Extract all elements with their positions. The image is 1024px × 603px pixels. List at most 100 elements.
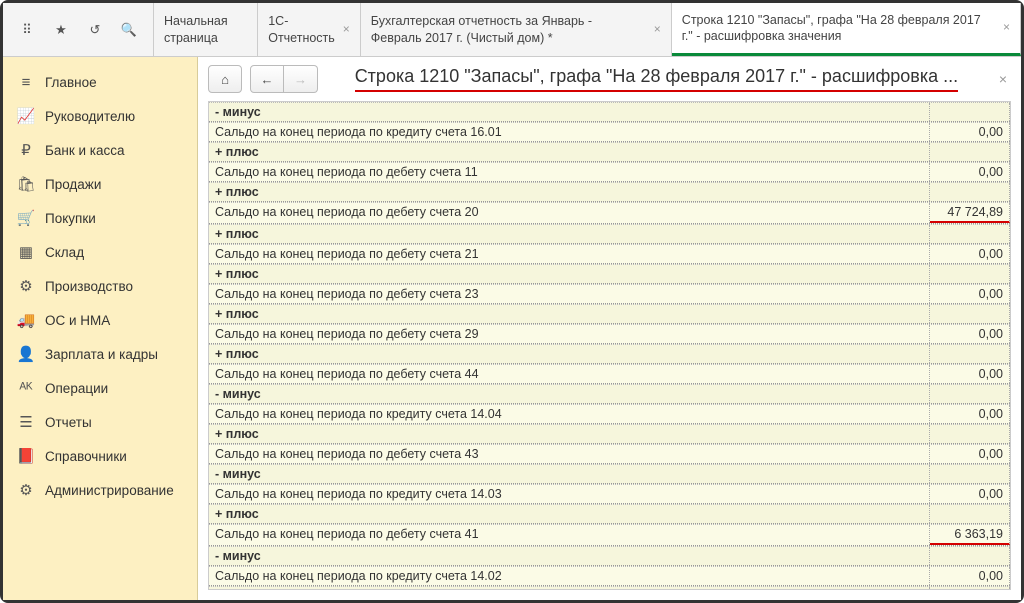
report-data-row[interactable]: Сальдо на конец периода по дебету счета … bbox=[209, 324, 1010, 344]
op-val bbox=[930, 345, 1010, 363]
report-op-row: - минус bbox=[209, 546, 1010, 566]
report-data-row[interactable]: Сальдо на конец периода по кредиту счета… bbox=[209, 404, 1010, 424]
sidebar-item-report[interactable]: ☰Отчеты bbox=[3, 405, 197, 439]
row-value: 47 724,89 bbox=[930, 203, 1010, 223]
report-data-row[interactable]: Сальдо на конец периода по дебету счета … bbox=[209, 444, 1010, 464]
menu-icon: ≡ bbox=[17, 73, 35, 91]
tab-close-icon[interactable]: × bbox=[1003, 20, 1010, 36]
report-op-row: + плюс bbox=[209, 182, 1010, 202]
report-table: - минусСальдо на конец периода по кредит… bbox=[209, 102, 1010, 590]
tab-close-icon[interactable]: × bbox=[343, 22, 350, 38]
sidebar-item-gear[interactable]: ⚙ Администрирование bbox=[3, 473, 197, 507]
op-val bbox=[930, 505, 1010, 523]
nav-arrows: ← → bbox=[250, 65, 318, 93]
star-icon[interactable]: ★ bbox=[51, 20, 71, 40]
report-op-row: + плюс bbox=[209, 142, 1010, 162]
history-icon[interactable]: ↺ bbox=[85, 20, 105, 40]
report-op-row: + плюс bbox=[209, 424, 1010, 444]
search-icon[interactable]: 🔍 bbox=[119, 20, 139, 40]
main-pane: ⌂ ← → Строка 1210 "Запасы", графа "На 28… bbox=[198, 57, 1021, 600]
sidebar-item-bag[interactable]: 🛍 Продажи bbox=[3, 167, 197, 201]
op-val bbox=[930, 143, 1010, 161]
row-value: 0,00 bbox=[930, 365, 1010, 383]
op-val bbox=[930, 547, 1010, 565]
close-page-button[interactable]: × bbox=[995, 67, 1011, 91]
tab-label: Начальная страница bbox=[164, 13, 247, 46]
op-label: - минус bbox=[209, 103, 930, 121]
quickbar: ⠿ ★ ↺ 🔍 bbox=[3, 3, 154, 56]
sidebar-item-cart[interactable]: 🛒Покупки bbox=[3, 201, 197, 235]
apps-icon[interactable]: ⠿ bbox=[17, 20, 37, 40]
sidebar-item-ruble[interactable]: ₽Банк и касса bbox=[3, 133, 197, 167]
op-label: + плюс bbox=[209, 345, 930, 363]
back-button[interactable]: ← bbox=[250, 65, 284, 93]
report-data-row[interactable]: Сальдо на конец периода по дебету счета … bbox=[209, 364, 1010, 384]
sidebar-item-label: Операции bbox=[45, 381, 108, 396]
op-val bbox=[930, 305, 1010, 323]
dkt-icon: ᴬᴷ bbox=[17, 379, 35, 397]
op-label: + плюс bbox=[209, 183, 930, 201]
report-data-row[interactable]: Сальдо на конец периода по кредиту счета… bbox=[209, 122, 1010, 142]
report-scroll[interactable]: - минусСальдо на конец периода по кредит… bbox=[208, 101, 1011, 590]
report-data-row[interactable]: Сальдо на конец периода по дебету счета … bbox=[209, 244, 1010, 264]
sidebar-item-person[interactable]: 👤Зарплата и кадры bbox=[3, 337, 197, 371]
sidebar-item-label: Администрирование bbox=[45, 483, 174, 498]
tab-2[interactable]: Бухгалтерская отчетность за Январь - Фев… bbox=[361, 3, 672, 56]
report-icon: ☰ bbox=[17, 413, 35, 431]
op-label: + плюс bbox=[209, 425, 930, 443]
report-data-row[interactable]: Сальдо на конец периода по дебету счета … bbox=[209, 202, 1010, 224]
sidebar-item-label: ОС и НМА bbox=[45, 313, 110, 328]
forward-button[interactable]: → bbox=[284, 65, 318, 93]
row-desc: Сальдо на конец периода по дебету счета … bbox=[209, 365, 930, 383]
tab-label: Строка 1210 "Запасы", графа "На 28 февра… bbox=[682, 12, 995, 45]
row-value: 0,00 bbox=[930, 123, 1010, 141]
tab-3[interactable]: Строка 1210 "Запасы", графа "На 28 февра… bbox=[672, 3, 1021, 56]
page-title: Строка 1210 "Запасы", графа "На 28 февра… bbox=[355, 66, 958, 92]
truck-icon: 🚚 bbox=[17, 311, 35, 329]
op-val bbox=[930, 587, 1010, 590]
op-label: - минус bbox=[209, 465, 930, 483]
report-data-row[interactable]: Сальдо на конец периода по дебету счета … bbox=[209, 162, 1010, 182]
sidebar-item-label: Производство bbox=[45, 279, 133, 294]
sidebar-item-label: Справочники bbox=[45, 449, 127, 464]
book-icon: 📕 bbox=[17, 447, 35, 465]
op-val bbox=[930, 465, 1010, 483]
sidebar-item-label: Покупки bbox=[45, 211, 96, 226]
report-op-row: - минус bbox=[209, 464, 1010, 484]
sidebar-item-dkt[interactable]: ᴬᴷ Операции bbox=[3, 371, 197, 405]
person-icon: 👤 bbox=[17, 345, 35, 363]
tab-close-icon[interactable]: × bbox=[654, 22, 661, 38]
cogs-icon: ⚙ bbox=[17, 277, 35, 295]
op-label: + плюс bbox=[209, 225, 930, 243]
row-value: 0,00 bbox=[930, 163, 1010, 181]
gear-icon: ⚙ bbox=[17, 481, 35, 499]
report-data-row[interactable]: Сальдо на конец периода по дебету счета … bbox=[209, 524, 1010, 546]
row-desc: Сальдо на конец периода по дебету счета … bbox=[209, 525, 930, 545]
report-data-row[interactable]: Сальдо на конец периода по дебету счета … bbox=[209, 284, 1010, 304]
row-desc: Сальдо на конец периода по дебету счета … bbox=[209, 245, 930, 263]
row-desc: Сальдо на конец периода по дебету счета … bbox=[209, 285, 930, 303]
tab-0[interactable]: Начальная страница bbox=[154, 3, 258, 56]
report-data-row[interactable]: Сальдо на конец периода по кредиту счета… bbox=[209, 566, 1010, 586]
sidebar-item-menu[interactable]: ≡Главное bbox=[3, 65, 197, 99]
sidebar-item-label: Руководителю bbox=[45, 109, 135, 124]
sidebar-item-boxes[interactable]: ▦Склад bbox=[3, 235, 197, 269]
sidebar-item-chart[interactable]: 📈 Руководителю bbox=[3, 99, 197, 133]
sidebar-item-truck[interactable]: 🚚 ОС и НМА bbox=[3, 303, 197, 337]
report-op-row: + плюс bbox=[209, 264, 1010, 284]
bag-icon: 🛍 bbox=[17, 175, 35, 193]
body: ≡Главное 📈 Руководителю ₽Банк и касса 🛍 Прода… bbox=[3, 57, 1021, 600]
sidebar-item-label: Продажи bbox=[45, 177, 101, 192]
row-desc: Сальдо на конец периода по дебету счета … bbox=[209, 163, 930, 181]
report-data-row[interactable]: Сальдо на конец периода по кредиту счета… bbox=[209, 484, 1010, 504]
op-val bbox=[930, 183, 1010, 201]
ruble-icon: ₽ bbox=[17, 141, 35, 159]
tab-1[interactable]: 1С-Отчетность× bbox=[258, 3, 361, 56]
home-button[interactable]: ⌂ bbox=[208, 65, 242, 93]
report-op-row: + плюс bbox=[209, 224, 1010, 244]
chart-icon: 📈 bbox=[17, 107, 35, 125]
op-label: + плюс bbox=[209, 265, 930, 283]
sidebar-item-cogs[interactable]: ⚙ Производство bbox=[3, 269, 197, 303]
sidebar-item-label: Склад bbox=[45, 245, 84, 260]
sidebar-item-book[interactable]: 📕 Справочники bbox=[3, 439, 197, 473]
